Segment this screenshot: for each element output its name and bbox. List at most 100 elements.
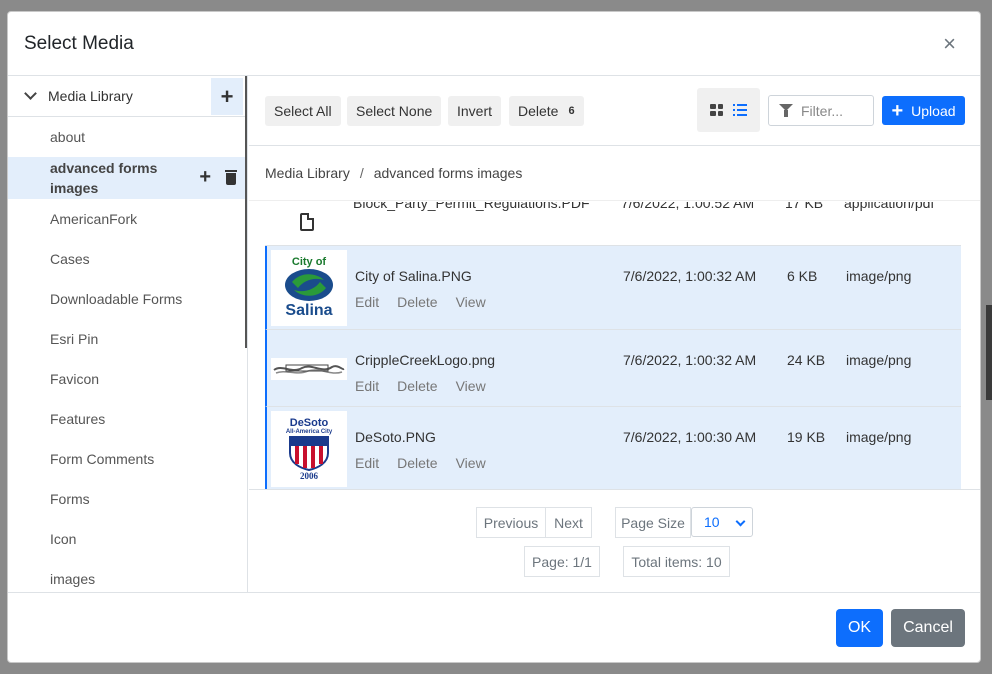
shield-icon (289, 436, 329, 471)
row-actions: Edit Delete View (355, 294, 486, 310)
breadcrumb-separator: / (359, 165, 364, 181)
add-folder-button[interactable]: + (211, 78, 243, 115)
tree-item-label: advanced forms images (50, 160, 158, 196)
modal-body: Media Library + about advanced forms ima… (8, 76, 980, 592)
previous-page-button[interactable]: Previous (476, 507, 546, 538)
file-row[interactable]: Block_Party_Permit_Regulations.PDF 7/6/2… (265, 202, 961, 246)
delete-link[interactable]: Delete (397, 294, 437, 310)
file-date: 7/6/2022, 1:00:32 AM (623, 268, 757, 284)
delete-button-label: Delete (518, 103, 559, 119)
ok-button[interactable]: OK (836, 609, 883, 647)
tree-item-label: Form Comments (50, 451, 155, 467)
file-list: Block_Party_Permit_Regulations.PDF 7/6/2… (265, 202, 961, 489)
salina-logo-bottom-text: Salina (285, 302, 333, 319)
file-size: 17 KB (785, 202, 824, 211)
cancel-button[interactable]: Cancel (891, 609, 965, 647)
filter-field[interactable] (768, 95, 874, 126)
tree-item-about[interactable]: about (8, 117, 247, 157)
pagination: Previous Next Page Size 10 Page: 1/1 Tot… (249, 489, 980, 592)
delete-count-badge: 6 (568, 105, 575, 117)
upload-button[interactable]: + Upload (882, 96, 965, 125)
next-page-button[interactable]: Next (545, 507, 592, 538)
modal-header: Select Media × (8, 12, 980, 76)
file-icon (300, 213, 314, 231)
file-name: DeSoto.PNG (355, 429, 436, 445)
modal-footer: OK Cancel (8, 592, 980, 662)
row-actions: Edit Delete View (355, 378, 486, 394)
view-link[interactable]: View (456, 455, 486, 471)
page-scrollbar[interactable] (986, 305, 992, 400)
tree-item-favicon[interactable]: Favicon (8, 359, 247, 399)
tree-item-label: AmericanFork (50, 211, 138, 227)
grid-view-icon[interactable] (710, 104, 723, 116)
tree-item-label: Cases (50, 251, 90, 267)
tree-item-cases[interactable]: Cases (8, 239, 247, 279)
file-row-selected[interactable]: DeSoto All-America City 2006 DeSoto.PNG (265, 407, 961, 489)
chevron-down-icon (735, 516, 746, 527)
tree-item-label: Forms (50, 491, 90, 507)
tree-item-advanced-forms-images[interactable]: advanced forms images + (8, 157, 247, 199)
close-icon[interactable]: × (935, 32, 964, 55)
breadcrumb: Media Library / advanced forms images (249, 146, 980, 201)
select-media-dialog: Select Media × Media Library + about adv… (7, 11, 981, 663)
filter-icon (779, 104, 793, 117)
tree-item-images[interactable]: images (8, 559, 247, 592)
select-none-button[interactable]: Select None (347, 96, 442, 126)
file-size: 6 KB (787, 268, 818, 284)
modal-title: Select Media (24, 32, 134, 54)
file-size: 24 KB (787, 352, 826, 368)
file-thumbnail (269, 207, 345, 237)
file-name: City of Salina.PNG (355, 268, 472, 284)
delete-button[interactable]: Delete 6 (509, 96, 584, 126)
tree-item-features[interactable]: Features (8, 399, 247, 439)
tree-root-label: Media Library (48, 88, 133, 104)
list-view-icon[interactable] (733, 104, 747, 116)
salina-logo-top-text: City of (291, 256, 327, 268)
salina-logo-icon (285, 269, 333, 301)
page-size-select[interactable]: 10 (691, 507, 753, 537)
file-row-selected[interactable]: City of Salina City of Salina.PNG Edit D… (265, 246, 961, 330)
cripple-creek-logo (273, 364, 345, 374)
tree-item-downloadable-forms[interactable]: Downloadable Forms (8, 279, 247, 319)
tree-item-label: Features (50, 411, 106, 427)
upload-button-label: Upload (911, 102, 956, 119)
file-row-selected[interactable]: CrippleCreekLogo.png Edit Delete View 7/… (265, 330, 961, 407)
add-subfolder-icon[interactable]: + (199, 167, 211, 187)
file-name: Block_Party_Permit_Regulations.PDF (353, 202, 590, 211)
invert-button[interactable]: Invert (448, 96, 502, 126)
tree-item-icon[interactable]: Icon (8, 519, 247, 559)
tree-item-label: about (50, 129, 86, 145)
desoto-logo-year: 2006 (300, 471, 318, 481)
folder-tree: Media Library + about advanced forms ima… (8, 76, 248, 592)
page-indicator: Page: 1/1 (524, 546, 600, 577)
tree-item-forms[interactable]: Forms (8, 479, 247, 519)
view-toggle (697, 88, 760, 132)
select-all-button[interactable]: Select All (265, 96, 341, 126)
edit-link[interactable]: Edit (355, 294, 379, 310)
tree-item-label: Downloadable Forms (50, 291, 183, 307)
file-type: image/png (846, 268, 912, 284)
file-type: image/png (846, 429, 912, 445)
tree-item-form-comments[interactable]: Form Comments (8, 439, 247, 479)
chevron-down-icon[interactable] (24, 89, 38, 103)
page-size-value: 10 (704, 514, 720, 530)
edit-link[interactable]: Edit (355, 455, 379, 471)
plus-icon: + (891, 99, 904, 122)
trash-icon[interactable] (225, 169, 237, 185)
media-panel: Select All Select None Invert Delete 6 + (249, 76, 980, 592)
row-actions: Edit Delete View (355, 455, 486, 471)
view-link[interactable]: View (456, 294, 486, 310)
view-link[interactable]: View (456, 378, 486, 394)
filter-input[interactable] (801, 102, 871, 119)
tree-item-americanfork[interactable]: AmericanFork (8, 199, 247, 239)
breadcrumb-root[interactable]: Media Library (265, 165, 350, 181)
edit-link[interactable]: Edit (355, 378, 379, 394)
delete-link[interactable]: Delete (397, 378, 437, 394)
tree-item-esri-pin[interactable]: Esri Pin (8, 319, 247, 359)
tree-item-label: Esri Pin (50, 331, 99, 347)
delete-link[interactable]: Delete (397, 455, 437, 471)
file-type: image/png (846, 352, 912, 368)
tree-root-media-library[interactable]: Media Library + (8, 76, 247, 117)
tree-scrollbar[interactable] (245, 76, 247, 348)
desoto-logo-top-text: DeSoto (289, 417, 329, 429)
